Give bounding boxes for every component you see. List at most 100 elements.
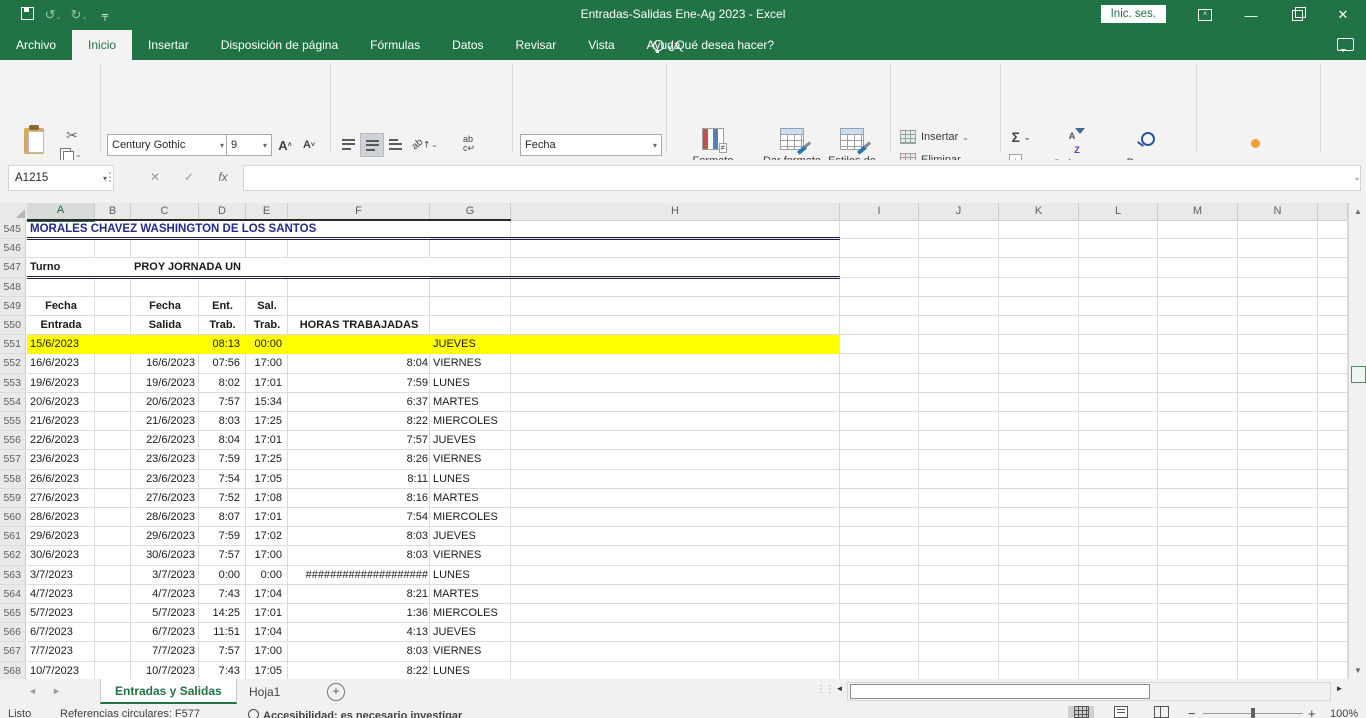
grid-cell-G549[interactable] — [430, 297, 511, 316]
grid-cell-N568[interactable] — [1238, 662, 1318, 679]
grid-cell-I551[interactable] — [840, 335, 919, 354]
restore-button[interactable] — [1274, 0, 1320, 30]
grid-cell-L551[interactable] — [1079, 335, 1158, 354]
grid-cell-L558[interactable] — [1079, 470, 1158, 489]
grid-cell-x566[interactable] — [1318, 623, 1348, 642]
row-header-566[interactable]: 566 — [0, 623, 26, 642]
row-header-564[interactable]: 564 — [0, 585, 26, 604]
grid-cell-H552[interactable] — [511, 354, 840, 373]
grid-cell-K561[interactable] — [999, 527, 1079, 546]
grid-cell-C546[interactable] — [131, 239, 199, 258]
grid-cell-J553[interactable] — [919, 374, 999, 393]
grid-cell-M556[interactable] — [1158, 431, 1238, 450]
row-header-552[interactable]: 552 — [0, 354, 26, 373]
grid-cell-M552[interactable] — [1158, 354, 1238, 373]
name-box-grip[interactable]: ⋮ — [104, 165, 116, 189]
grid-cell-M547[interactable] — [1158, 258, 1238, 277]
grid-cell-N552[interactable] — [1238, 354, 1318, 373]
grid-cell-N560[interactable] — [1238, 508, 1318, 527]
grid-cell-H568[interactable] — [511, 662, 840, 679]
grid-cell-M545[interactable] — [1158, 220, 1238, 239]
enter-icon[interactable]: ✓ — [174, 165, 204, 189]
grid-cell-I565[interactable] — [840, 604, 919, 623]
column-header-H[interactable]: H — [511, 203, 840, 221]
grid-cell-K567[interactable] — [999, 642, 1079, 661]
page-layout-view-icon[interactable] — [1108, 706, 1134, 718]
formula-input[interactable] — [243, 165, 1361, 191]
row-header-558[interactable]: 558 — [0, 470, 26, 489]
grid-cell-I545[interactable] — [840, 220, 919, 239]
grid-cell-I558[interactable] — [840, 470, 919, 489]
grid-cell-x547[interactable] — [1318, 258, 1348, 277]
grid-cell-C548[interactable] — [131, 278, 199, 297]
grid-cell-J559[interactable] — [919, 489, 999, 508]
align-middle-icon[interactable] — [360, 133, 384, 157]
grid-cell-J548[interactable] — [919, 278, 999, 297]
grid-cell-B561[interactable] — [95, 527, 131, 546]
grid-cell-I546[interactable] — [840, 239, 919, 258]
row-header-546[interactable]: 546 — [0, 239, 26, 258]
grid-cell-N550[interactable] — [1238, 316, 1318, 335]
grid-cell-A548[interactable] — [27, 278, 95, 297]
hscroll-left-icon[interactable]: ◄ — [833, 682, 846, 695]
select-all-corner[interactable] — [0, 203, 28, 221]
grid-cell-M558[interactable] — [1158, 470, 1238, 489]
grid-cell-B554[interactable] — [95, 393, 131, 412]
grid-cell-K562[interactable] — [999, 546, 1079, 565]
grid-cell-N548[interactable] — [1238, 278, 1318, 297]
grid-cell-I563[interactable] — [840, 566, 919, 585]
align-bottom-icon[interactable] — [384, 134, 406, 154]
sheet-tab-active[interactable]: Entradas y Salidas — [100, 679, 237, 704]
grid-cell-B557[interactable] — [95, 450, 131, 469]
grid-cell-M564[interactable] — [1158, 585, 1238, 604]
horizontal-scrollbar[interactable] — [847, 682, 1331, 701]
grid-cell-M559[interactable] — [1158, 489, 1238, 508]
tabbar-grip[interactable]: ⋮⋮ — [816, 684, 834, 695]
row-header-554[interactable]: 554 — [0, 393, 26, 412]
grid-cell-x564[interactable] — [1318, 585, 1348, 604]
grid-cell-N556[interactable] — [1238, 431, 1318, 450]
grid-cell-J547[interactable] — [919, 258, 999, 277]
grid-cell-H556[interactable] — [511, 431, 840, 450]
grid-cell-M550[interactable] — [1158, 316, 1238, 335]
grid-cell-H567[interactable] — [511, 642, 840, 661]
grid-cell-I562[interactable] — [840, 546, 919, 565]
row-header-555[interactable]: 555 — [0, 412, 26, 431]
grid-cell-N562[interactable] — [1238, 546, 1318, 565]
grid-cell-I560[interactable] — [840, 508, 919, 527]
name-box[interactable]: A1215▾ — [8, 165, 114, 191]
grid-cell-I547[interactable] — [840, 258, 919, 277]
row-header-545[interactable]: 545 — [0, 220, 26, 239]
grid-cell-N561[interactable] — [1238, 527, 1318, 546]
grid-cell-H557[interactable] — [511, 450, 840, 469]
grid-cell-x554[interactable] — [1318, 393, 1348, 412]
cut-icon[interactable]: ✂ — [62, 126, 82, 144]
grid-cell-N557[interactable] — [1238, 450, 1318, 469]
expand-formula-bar-icon[interactable]: ⌄ — [1350, 165, 1364, 189]
grid-cell-J561[interactable] — [919, 527, 999, 546]
grid-cell-H565[interactable] — [511, 604, 840, 623]
grid-cell-L549[interactable] — [1079, 297, 1158, 316]
grid-cell-B567[interactable] — [95, 642, 131, 661]
grid-cell-H560[interactable] — [511, 508, 840, 527]
grid-cell-M553[interactable] — [1158, 374, 1238, 393]
tab-disposicion[interactable]: Disposición de página — [205, 30, 354, 60]
grid-cell-I568[interactable] — [840, 662, 919, 679]
new-sheet-icon[interactable]: + — [327, 683, 345, 701]
grid-cell-x556[interactable] — [1318, 431, 1348, 450]
horizontal-scroll-thumb[interactable] — [850, 684, 1150, 699]
grid-cell-J556[interactable] — [919, 431, 999, 450]
grid-cell-x548[interactable] — [1318, 278, 1348, 297]
grid-cell-N563[interactable] — [1238, 566, 1318, 585]
grid-cell-H559[interactable] — [511, 489, 840, 508]
grid-cell-K560[interactable] — [999, 508, 1079, 527]
row-header-559[interactable]: 559 — [0, 489, 26, 508]
tab-archivo[interactable]: Archivo — [0, 30, 72, 60]
scroll-down-icon[interactable]: ▼ — [1349, 662, 1366, 679]
grid-cell-J551[interactable] — [919, 335, 999, 354]
grid-cell-K550[interactable] — [999, 316, 1079, 335]
grid-cell-H550[interactable] — [511, 316, 840, 335]
row-header-562[interactable]: 562 — [0, 546, 26, 565]
grid-cell-x551[interactable] — [1318, 335, 1348, 354]
grid-cell-M566[interactable] — [1158, 623, 1238, 642]
